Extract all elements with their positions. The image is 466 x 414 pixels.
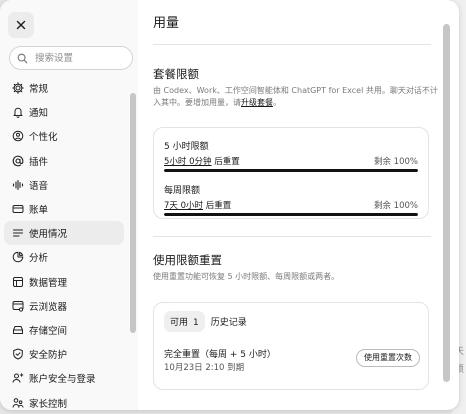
close-button[interactable] (8, 12, 34, 38)
search-input[interactable] (33, 51, 132, 65)
settings-nav: 常规 通知 个性化 插件 语音 账单 使用情况 分析 数据管理 云浏览器 存储空… (4, 76, 124, 410)
limit-progress-bar (164, 213, 418, 216)
credit-name: 完全重置（每周 + 5 小时） (164, 350, 276, 360)
account-security-icon (12, 373, 24, 383)
main-scrollbar[interactable] (443, 24, 450, 382)
sidebar-item-analytics[interactable]: 分析 (4, 245, 124, 269)
limit-name: 每周限额 (164, 186, 201, 196)
limit-progress-fill (164, 169, 418, 172)
remaining-percent: 剩余 100% (373, 201, 418, 211)
remaining-percent: 剩余 100% (373, 157, 418, 167)
sidebar-item-label: 语音 (29, 180, 49, 192)
available-count: 1 (193, 318, 199, 328)
card-icon (12, 205, 24, 214)
storage-icon (13, 325, 23, 334)
sidebar-item-parental-controls[interactable]: 家长控制 (4, 390, 124, 410)
sidebar-item-label: 家长控制 (29, 398, 68, 410)
reset-countdown: 5小时 0分钟 (164, 157, 212, 167)
analytics-icon (12, 252, 24, 263)
waveform-icon (12, 179, 24, 190)
close-icon (16, 20, 26, 30)
sidebar-item-label: 使用情况 (29, 229, 68, 241)
sidebar-item-label: 插件 (29, 156, 49, 168)
five-hour-limit: 5 小时限额 5小时 0分钟 后重置 剩余 100% (164, 139, 418, 172)
shield-icon (13, 348, 23, 360)
sidebar-scrollbar[interactable] (130, 93, 136, 333)
sidebar-item-label: 账户安全与登录 (29, 374, 96, 386)
use-reset-button[interactable]: 使用重置次数 (356, 349, 420, 367)
cloud-browser-icon (12, 300, 24, 312)
settings-sidebar: 常规 通知 个性化 (0, 0, 138, 410)
sidebar-item-label: 常规 (29, 84, 49, 96)
sidebar-item-label: 云浏览器 (29, 301, 68, 313)
sidebar-item-label: 数据管理 (29, 277, 68, 289)
sidebar-item-label: 存储空间 (29, 325, 68, 337)
tab-history[interactable]: 历史记录 (205, 311, 253, 332)
sidebar-item-security[interactable]: 安全防护 (4, 342, 124, 366)
plan-limits-card: 5 小时限额 5小时 0分钟 后重置 剩余 100% 每周限额 7天 0小时 后… (153, 127, 429, 219)
search-box[interactable] (9, 46, 133, 70)
sidebar-item-label: 安全防护 (29, 350, 68, 362)
sidebar-item-data-management[interactable]: 数据管理 (4, 270, 124, 294)
divider (153, 236, 431, 237)
sidebar-item-account-security[interactable]: 账户安全与登录 (4, 366, 124, 390)
usage-panel: 用量 套餐限额 由 Codex、Work、工作空间智能体和 ChatGPT fo… (138, 0, 459, 410)
sidebar-item-general[interactable]: 常规 (4, 76, 124, 100)
sidebar-item-voice[interactable]: 语音 (4, 173, 124, 197)
sidebar-item-billing[interactable]: 账单 (4, 197, 124, 221)
credit-expiry: 10月23日 2:10 到期 (164, 363, 245, 373)
weekly-limit: 每周限额 7天 0小时 后重置 剩余 100% (164, 183, 418, 216)
at-icon (12, 155, 24, 166)
bell-icon (13, 108, 23, 119)
sidebar-item-label: 分析 (29, 253, 49, 265)
limit-progress-bar (164, 169, 418, 172)
sidebar-item-label: 通知 (29, 108, 49, 120)
data-icon (13, 276, 23, 287)
sidebar-item-notifications[interactable]: 通知 (4, 100, 124, 124)
sidebar-item-personalization[interactable]: 个性化 (4, 124, 124, 148)
sidebar-item-cloud-browser[interactable]: 云浏览器 (4, 294, 124, 318)
sidebar-item-storage[interactable]: 存储空间 (4, 318, 124, 342)
settings-dialog: 常规 通知 个性化 (0, 0, 459, 410)
reset-countdown: 7天 0小时 (164, 201, 204, 211)
tab-available[interactable]: 可用 1 (164, 311, 205, 332)
personalization-icon (12, 131, 24, 142)
parental-control-icon (12, 397, 24, 408)
sidebar-item-label: 账单 (29, 205, 49, 217)
search-icon (17, 53, 28, 63)
gear-icon (12, 82, 24, 94)
divider (153, 44, 431, 45)
plan-limits-description: 由 Codex、Work、工作空间智能体和 ChatGPT for Excel … (153, 86, 438, 107)
limit-reset-title: 使用限额重置 (153, 253, 222, 267)
upgrade-plan-link[interactable]: 升级套餐 (241, 98, 273, 107)
reset-credits-card: 可用 1 历史记录 完全重置（每周 + 5 小时） 10月23日 2:10 到期 … (153, 302, 429, 390)
sidebar-item-label: 个性化 (29, 132, 58, 144)
reset-tabs: 可用 1 历史记录 (164, 311, 253, 332)
limit-progress-fill (164, 213, 418, 216)
usage-icon (12, 229, 24, 237)
plan-limits-title: 套餐限额 (153, 67, 199, 81)
page-title: 用量 (153, 16, 180, 31)
sidebar-item-usage[interactable]: 使用情况 (4, 221, 124, 246)
limit-reset-description: 使用重置功能可恢复 5 小时限额、每周限额或两者。 (153, 272, 340, 281)
limit-name: 5 小时限额 (164, 142, 209, 152)
sidebar-item-plugins[interactable]: 插件 (4, 149, 124, 173)
